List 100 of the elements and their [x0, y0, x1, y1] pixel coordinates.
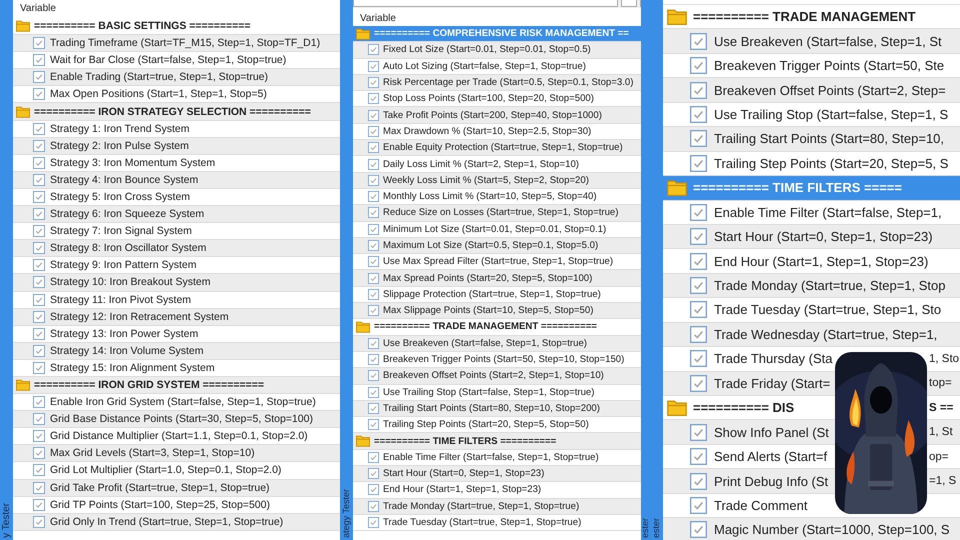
checkbox[interactable]: [368, 305, 379, 316]
checkbox[interactable]: [33, 498, 45, 511]
parameter-row[interactable]: Stop Loss Points (Start=100, Step=20, Stop=500): [353, 91, 641, 108]
column-header[interactable]: Variable: [353, 8, 396, 26]
checkbox[interactable]: [368, 224, 379, 235]
checkbox[interactable]: [368, 44, 379, 56]
checkbox[interactable]: [33, 276, 45, 288]
checkbox[interactable]: [690, 326, 707, 343]
checkbox[interactable]: [33, 208, 45, 220]
parameter-row[interactable]: Strategy 9: Iron Pattern System: [13, 257, 340, 274]
group-row[interactable]: ========== BASIC SETTINGS ==========: [13, 18, 340, 36]
parameter-row[interactable]: Slippage Protection (Start=true, Step=1, Stop=true): [353, 286, 641, 304]
checkbox[interactable]: [690, 374, 707, 392]
parameter-row[interactable]: Breakeven Trigger Points (Start=50, Step=10, Stop=150): [353, 352, 641, 368]
checkbox[interactable]: [33, 294, 45, 306]
parameter-row[interactable]: End Hour (Start=1, Step=1, Stop=23): [353, 482, 641, 499]
checkbox[interactable]: [690, 130, 707, 148]
parameter-row[interactable]: Use Trailing Stop (Start=false, Step=1, Stop=true): [353, 384, 641, 401]
option-field[interactable]: [621, 0, 637, 7]
checkbox[interactable]: [33, 37, 45, 50]
checkbox[interactable]: [368, 517, 379, 528]
checkbox[interactable]: [33, 464, 45, 476]
checkbox[interactable]: [33, 156, 45, 169]
checkbox[interactable]: [33, 225, 45, 238]
parameter-row[interactable]: Strategy 12: Iron Retracement System: [13, 308, 340, 326]
checkbox[interactable]: [368, 93, 379, 104]
parameter-row[interactable]: Magic Number (Start=1000, Step=100, S: [663, 518, 960, 540]
checkbox[interactable]: [690, 57, 707, 74]
checkbox[interactable]: [368, 191, 379, 202]
parameter-row[interactable]: Start Hour (Start=0, Step=1, Stop=23): [663, 224, 960, 250]
parameter-row[interactable]: Weekly Loss Limit % (Start=5, Step=2, Stop=20): [353, 172, 641, 189]
checkbox[interactable]: [368, 240, 379, 251]
checkbox[interactable]: [368, 386, 379, 398]
checkbox[interactable]: [33, 430, 45, 442]
parameter-row[interactable]: Trailing Step Points (Start=20, Step=5, Stop=50): [353, 417, 641, 434]
parameter-row[interactable]: Strategy 3: Iron Momentum System: [13, 154, 340, 172]
parameter-row[interactable]: Max Spread Points (Start=20, Step=5, Stop=100): [353, 270, 641, 287]
checkbox[interactable]: [33, 122, 45, 135]
panel-tab-label[interactable]: ester: [652, 518, 661, 538]
parameter-row[interactable]: Daily Loss Limit % (Start=2, Step=1, Stop=10): [353, 156, 641, 173]
checkbox[interactable]: [368, 288, 379, 300]
checkbox[interactable]: [690, 424, 707, 441]
checkbox[interactable]: [33, 190, 45, 203]
panel-tab-label[interactable]: ategy Tester: [342, 489, 351, 538]
group-row[interactable]: ========== IRON GRID SYSTEM ==========: [13, 376, 340, 394]
checkbox[interactable]: [368, 484, 379, 496]
parameter-row[interactable]: Show Info Panel (St: [663, 420, 835, 445]
parameter-row[interactable]: Strategy 14: Iron Volume System: [13, 342, 340, 360]
checkbox[interactable]: [368, 402, 379, 414]
checkbox[interactable]: [368, 354, 379, 366]
parameter-row[interactable]: Grid Only In Trend (Start=true, Step=1, Stop=true): [13, 514, 340, 531]
parameter-row[interactable]: Trade Monday (Start=true, Step=1, Stop: [663, 274, 960, 298]
parameter-row[interactable]: Use Breakeven (Start=false, Step=1, St: [663, 29, 960, 54]
parameter-row[interactable]: Strategy 6: Iron Squeeze System: [13, 206, 340, 224]
parameter-row[interactable]: Trading Timeframe (Start=TF_M15, Step=1, Stop=TF_D1): [13, 35, 340, 52]
checkbox[interactable]: [33, 482, 45, 494]
column-header[interactable]: Variable: [13, 0, 56, 18]
checkbox[interactable]: [690, 277, 707, 294]
checkbox[interactable]: [690, 252, 707, 270]
parameter-row[interactable]: Strategy 15: Iron Alignment System: [13, 360, 340, 377]
checkbox[interactable]: [368, 158, 379, 170]
parameter-row[interactable]: Strategy 11: Iron Pivot System: [13, 292, 340, 309]
group-row[interactable]: ========== TRADE MANAGEMENT ==========: [353, 319, 641, 336]
checkbox[interactable]: [368, 419, 379, 430]
checkbox[interactable]: [33, 242, 45, 254]
checkbox[interactable]: [690, 350, 707, 368]
parameter-row[interactable]: Grid Base Distance Points (Start=30, Step=5, Stop=100): [13, 411, 340, 428]
parameter-row[interactable]: Grid Take Profit (Start=true, Step=1, Stop=true): [13, 480, 340, 497]
expert-dropdown[interactable]: [353, 0, 618, 7]
checkbox[interactable]: [368, 272, 379, 284]
parameter-row[interactable]: Fixed Lot Size (Start=0.01, Step=0.01, Stop=0.5): [353, 42, 641, 59]
parameter-row[interactable]: Reduce Size on Losses (Start=true, Step=1, Stop=true): [353, 205, 641, 222]
checkbox[interactable]: [368, 174, 379, 186]
parameter-row[interactable]: Grid Lot Multiplier (Start=1.0, Step=0.1, Stop=2.0): [13, 462, 340, 480]
checkbox[interactable]: [690, 106, 707, 123]
parameter-row[interactable]: Use Breakeven (Start=false, Step=1, Stop=true): [353, 336, 641, 352]
checkbox[interactable]: [33, 344, 45, 357]
checkbox[interactable]: [368, 110, 379, 121]
checkbox[interactable]: [690, 521, 707, 538]
parameter-row[interactable]: Auto Lot Sizing (Start=false, Step=1, Stop=true): [353, 58, 641, 75]
checkbox[interactable]: [368, 500, 379, 512]
checkbox[interactable]: [368, 468, 379, 480]
checkbox[interactable]: [690, 228, 707, 246]
parameter-row[interactable]: Enable Time Filter (Start=false, Step=1, Stop=true): [353, 450, 641, 466]
checkbox[interactable]: [690, 448, 707, 466]
parameter-row[interactable]: Strategy 2: Iron Pulse System: [13, 138, 340, 155]
checkbox[interactable]: [33, 88, 45, 100]
checkbox[interactable]: [690, 301, 707, 318]
group-row[interactable]: ========== IRON STRATEGY SELECTION ==========: [13, 103, 340, 121]
panel-tab-label[interactable]: ester: [641, 518, 650, 538]
parameter-row[interactable]: Max Drawdown % (Start=10, Step=2.5, Stop=30): [353, 124, 641, 140]
checkbox[interactable]: [33, 174, 45, 186]
checkbox[interactable]: [33, 71, 45, 84]
parameter-row[interactable]: Trade Tuesday (Start=true, Step=1, Stop=true): [353, 514, 641, 532]
parameter-row[interactable]: Grid TP Points (Start=100, Step=25, Stop=500): [13, 496, 340, 514]
checkbox[interactable]: [690, 154, 707, 172]
group-row[interactable]: ========== TIME FILTERS ==========: [353, 433, 641, 450]
checkbox[interactable]: [33, 413, 45, 426]
checkbox[interactable]: [690, 32, 707, 50]
parameter-row[interactable]: Enable Equity Protection (Start=true, Step=1, Stop=true): [353, 140, 641, 156]
